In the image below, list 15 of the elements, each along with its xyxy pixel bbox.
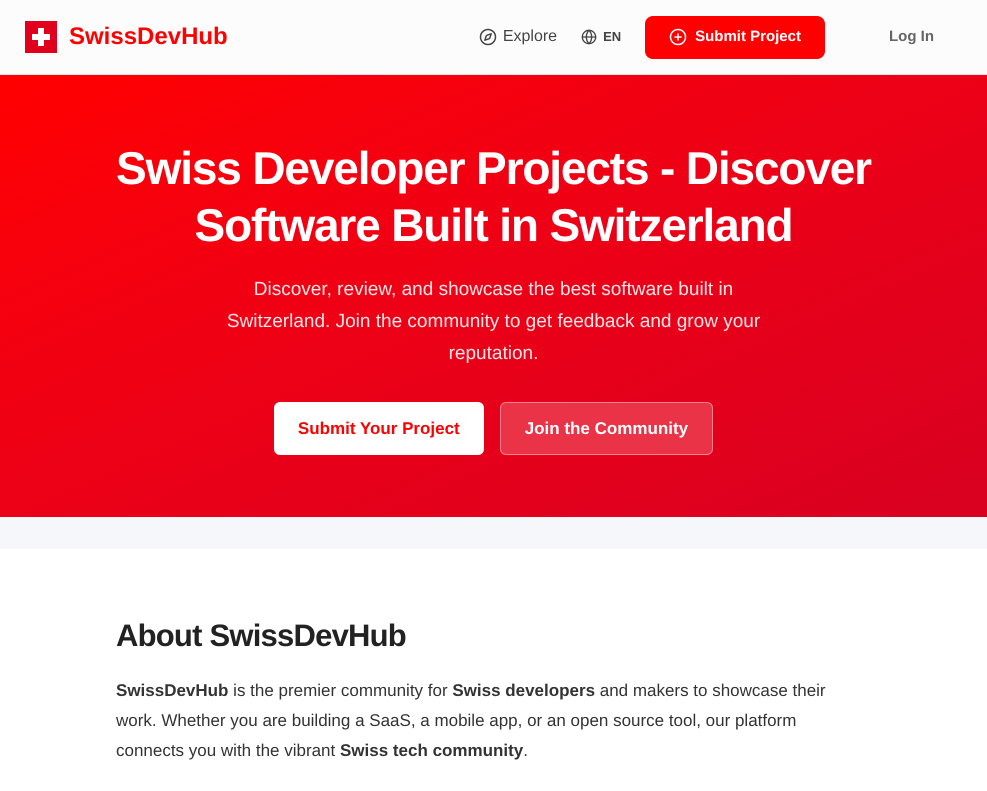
hero-title: Swiss Developer Projects - Discover Software Built in Switzerland	[115, 141, 872, 253]
language-link[interactable]: EN	[581, 27, 622, 47]
globe-icon	[581, 29, 598, 45]
join-community-button[interactable]: Join the Community	[500, 402, 714, 455]
brand-name[interactable]: SwissDevHub	[69, 19, 228, 55]
swiss-flag-icon	[25, 21, 57, 53]
submit-project-button[interactable]: Submit Project	[645, 16, 825, 58]
submit-your-project-button[interactable]: Submit Your Project	[274, 402, 484, 455]
login-link[interactable]: Log In	[889, 26, 934, 48]
explore-link[interactable]: Explore	[478, 25, 558, 49]
about-heading: About SwissDevHub	[116, 617, 407, 655]
compass-icon	[478, 28, 497, 46]
about-paragraph: SwissDevHub is the premier community for Swiss developers and makers to showcase their work. Whether you are building a SaaS, a mobile app, or an open source tool, our platform connects you with the vibrant Swiss tech community.	[116, 680, 827, 762]
plus-circle-icon	[669, 28, 688, 46]
hero-subtitle: Discover, review, and showcase the best software built in Switzerland. Join the community to get feedback and grow your reputation.	[226, 278, 762, 366]
